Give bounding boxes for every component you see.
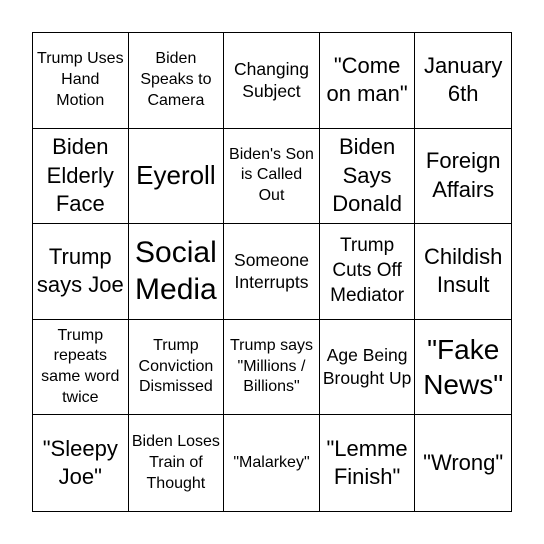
bingo-cell-label: Social Media xyxy=(135,235,217,307)
bingo-cell[interactable]: "Malarkey" xyxy=(224,415,320,511)
bingo-cell[interactable]: Eyeroll xyxy=(128,128,225,225)
bingo-cell[interactable]: Biden Loses Train of Thought xyxy=(129,415,225,511)
bingo-cell-label: Age Being Brought Up xyxy=(322,345,412,389)
bingo-cell[interactable]: Biden Says Donald xyxy=(319,128,416,225)
bingo-cell[interactable]: "Sleepy Joe" xyxy=(33,415,129,511)
bingo-cell[interactable]: Trump Conviction Dismissed xyxy=(128,319,225,416)
bingo-cell-label: Eyeroll xyxy=(136,159,216,190)
bingo-cell[interactable]: January 6th xyxy=(415,33,511,129)
bingo-cell[interactable]: Biden Elderly Face xyxy=(33,128,129,225)
bingo-cell-label: "Wrong" xyxy=(423,449,504,475)
bingo-cell-label: "Malarkey" xyxy=(233,453,310,471)
bingo-cell-label: Trump repeats same word twice xyxy=(41,326,120,406)
bingo-cell[interactable]: Changing Subject xyxy=(224,33,320,129)
bingo-cell[interactable]: Foreign Affairs xyxy=(415,129,511,225)
bingo-cell[interactable]: Biden Speaks to Camera xyxy=(128,33,225,129)
bingo-cell[interactable]: Trump says "Millions / Billions" xyxy=(224,319,320,416)
bingo-cell[interactable]: Trump says Joe xyxy=(33,224,129,320)
bingo-cell-label: Trump Uses Hand Motion xyxy=(37,50,124,109)
bingo-cell-label: "Lemme Finish" xyxy=(326,435,408,490)
bingo-cell-label: "Sleepy Joe" xyxy=(42,435,118,490)
bingo-cell-label: Trump says "Millions / Billions" xyxy=(230,336,313,396)
bingo-cell-label: Childish Insult xyxy=(424,243,503,298)
bingo-cell[interactable]: "Fake News" xyxy=(415,320,511,416)
bingo-cell[interactable]: "Wrong" xyxy=(415,415,511,511)
bingo-cell[interactable]: Trump repeats same word twice xyxy=(33,319,129,416)
bingo-cell-label: "Fake News" xyxy=(423,334,504,401)
bingo-cell-label: Biden Says Donald xyxy=(332,134,402,217)
bingo-cell-label: Biden's Son is Called Out xyxy=(229,145,314,205)
bingo-board: Trump Uses Hand Motion Biden Speaks to Ca… xyxy=(32,32,512,512)
bingo-cell[interactable]: "Come on man" xyxy=(319,33,416,129)
bingo-cell-label: Trump says Joe xyxy=(36,243,124,298)
bingo-cell-label: Biden Speaks to Camera xyxy=(140,50,212,109)
bingo-cell[interactable]: Someone Interrupts xyxy=(224,224,320,320)
bingo-cell-label: Trump Cuts Off Mediator xyxy=(330,235,405,306)
bingo-cell[interactable]: Age Being Brought Up xyxy=(319,319,416,416)
bingo-cell-label: January 6th xyxy=(424,52,503,107)
bingo-cell-label: "Come on man" xyxy=(326,52,408,107)
bingo-cell[interactable]: Biden's Son is Called Out xyxy=(224,128,320,225)
bingo-cell-label: Someone Interrupts xyxy=(234,249,309,293)
bingo-cell-label: Foreign Affairs xyxy=(425,148,501,202)
bingo-cell[interactable]: Social Media xyxy=(128,224,225,320)
bingo-cell-label: Trump Conviction Dismissed xyxy=(138,336,214,396)
bingo-cell-label: Biden Loses Train of Thought xyxy=(131,432,220,492)
bingo-cell-label: Changing Subject xyxy=(234,58,309,102)
bingo-cell-label: Biden Elderly Face xyxy=(46,134,114,217)
bingo-cell[interactable]: "Lemme Finish" xyxy=(320,415,416,511)
bingo-cell[interactable]: Childish Insult xyxy=(415,224,511,320)
bingo-cell[interactable]: Trump Cuts Off Mediator xyxy=(319,224,416,320)
bingo-cell[interactable]: Trump Uses Hand Motion xyxy=(33,33,129,129)
